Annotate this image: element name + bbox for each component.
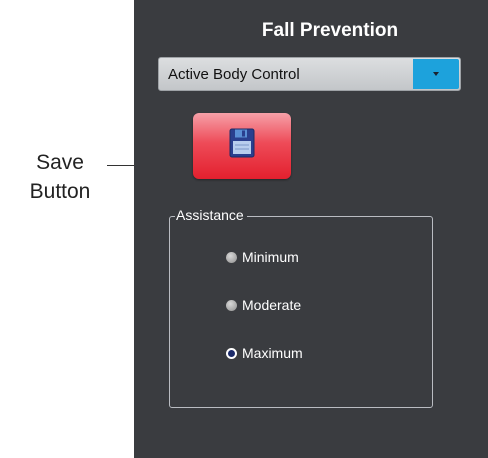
callout-line-2: Button (29, 180, 91, 203)
mode-dropdown[interactable]: Active Body Control (158, 57, 461, 91)
radio-label-maximum: Maximum (242, 345, 303, 361)
radio-maximum[interactable]: Maximum (226, 344, 303, 362)
radio-minimum[interactable]: Minimum (226, 248, 299, 266)
callout-line-1: Save (36, 151, 84, 174)
radio-moderate[interactable]: Moderate (226, 296, 301, 314)
dropdown-toggle-button[interactable] (413, 59, 459, 89)
radio-unselected-icon[interactable] (226, 251, 237, 263)
save-button[interactable] (193, 113, 291, 179)
panel-title: Fall Prevention (261, 20, 399, 41)
fall-prevention-panel: Fall Prevention Active Body Control Assi… (134, 0, 488, 458)
dropdown-selected-value: Active Body Control (168, 66, 300, 83)
radio-selected-icon[interactable] (226, 347, 237, 359)
radio-label-moderate: Moderate (242, 297, 302, 313)
page: Save Button Fall Prevention Active Body … (0, 0, 488, 458)
caret-down-icon (433, 72, 439, 76)
assistance-legend: Assistance (175, 207, 247, 223)
assistance-group: Assistance Minimum Moderate Maximum (169, 207, 433, 408)
floppy-disk-icon (229, 128, 255, 158)
radio-label-minimum: Minimum (242, 249, 299, 265)
save-button-callout: Save Button (10, 148, 110, 206)
radio-unselected-icon[interactable] (226, 299, 237, 311)
